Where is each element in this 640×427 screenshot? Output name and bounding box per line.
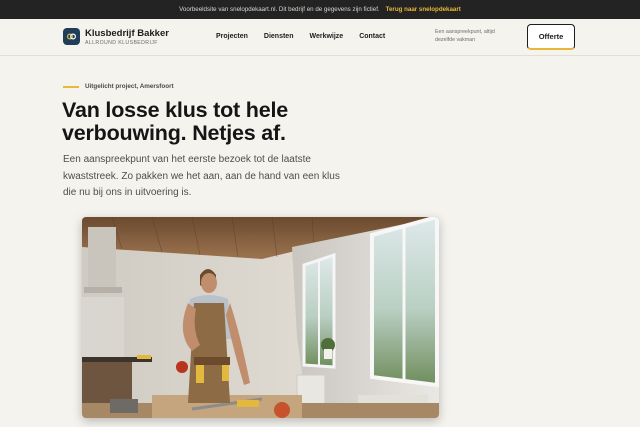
- eyebrow-text: Uitgelicht project, Amersfoort: [85, 83, 174, 90]
- brand-name[interactable]: Klusbedrijf Bakker: [85, 28, 169, 39]
- back-to-snelopdekaart-link[interactable]: Terug naar snelopdekaart: [386, 6, 461, 13]
- nav-item-diensten[interactable]: Diensten: [264, 33, 294, 40]
- demo-notice-bar: Voorbeeldsite van snelopdekaart.nl. Dit …: [0, 0, 640, 19]
- offerte-button[interactable]: Offerte: [527, 24, 575, 50]
- hero-eyebrow: Uitgelicht project, Amersfoort: [63, 83, 174, 90]
- hero-lead: Een aanspreekpunt van het eerste bezoek …: [63, 154, 340, 198]
- nav-item-werkwijze[interactable]: Werkwijze: [309, 33, 343, 40]
- main-nav: Projecten Diensten Werkwijze Contact: [216, 33, 385, 40]
- header-aside-note: Een aanspreekpunt, altijd dezelfde vakma…: [435, 29, 495, 43]
- demo-notice-text: Voorbeeldsite van snelopdekaart.nl. Dit …: [179, 6, 380, 13]
- site-header: Klusbedrijf Bakker ALLROUND KLUSBEDRIJF …: [0, 19, 640, 56]
- nav-item-projecten[interactable]: Projecten: [216, 33, 248, 40]
- eyebrow-accent-line: [63, 85, 79, 88]
- hero-project-photo: [82, 217, 439, 418]
- nav-item-contact[interactable]: Contact: [359, 33, 385, 40]
- hero-headline: Van losse klus tot hele verbouwing. Netj…: [62, 98, 289, 145]
- circle-link-icon: [66, 33, 77, 40]
- brand-tagline: ALLROUND KLUSBEDRIJF: [85, 40, 158, 46]
- logo[interactable]: [63, 28, 80, 45]
